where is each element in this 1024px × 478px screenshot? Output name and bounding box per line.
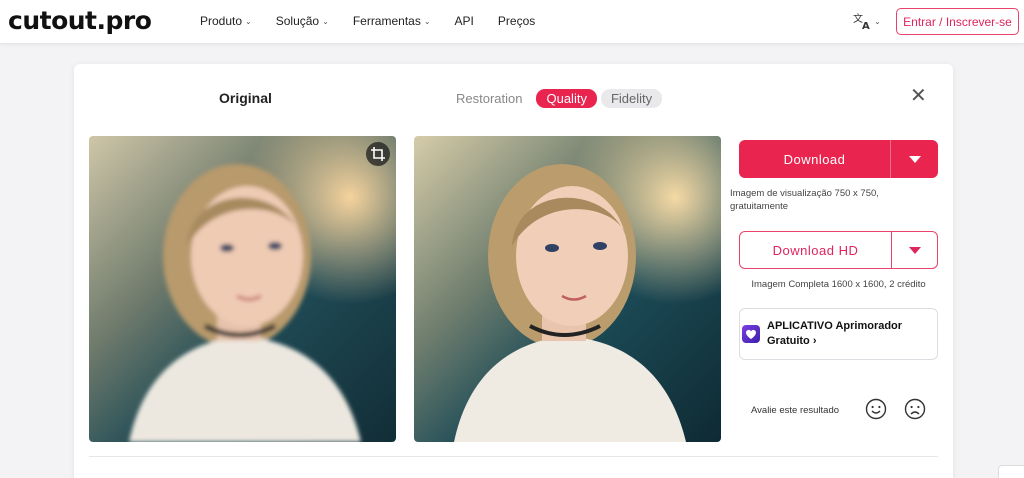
heart-glyph [746, 329, 756, 339]
happy-face-icon[interactable] [865, 398, 887, 420]
svg-text:A: A [862, 21, 870, 31]
original-photo [89, 136, 396, 442]
nav-solucao[interactable]: Solução ⌄ [276, 14, 329, 28]
nav-solucao-label: Solução [275, 14, 320, 28]
crop-icon[interactable] [366, 142, 390, 166]
app-promo-link[interactable]: APLICATIVO Aprimorador Gratuito › [739, 308, 938, 360]
sad-face-icon[interactable] [904, 398, 926, 420]
chevron-down-icon: ⌄ [423, 17, 431, 26]
download-hd-note: Imagem Completa 1600 x 1600, 2 crédito [751, 279, 926, 290]
login-signup-button[interactable]: Entrar / Inscrever-se [896, 8, 1019, 35]
original-image [89, 136, 396, 442]
corner-widget[interactable] [998, 465, 1024, 478]
nav-produto[interactable]: Produto ⌄ [200, 14, 252, 28]
download-button[interactable]: Download [739, 140, 938, 178]
original-label: Original [219, 90, 272, 106]
app-promo-line2: Gratuito [767, 335, 810, 347]
tab-quality[interactable]: Quality [536, 89, 597, 108]
chevron-down-icon: ⌄ [322, 17, 329, 26]
caret-down-icon [908, 246, 921, 254]
language-selector[interactable]: 文 A ⌄ [852, 11, 881, 31]
download-label: Download [783, 151, 846, 167]
app-heart-icon [742, 325, 760, 343]
enhanced-photo [414, 136, 721, 442]
download-hd-options-dropdown[interactable] [891, 232, 937, 268]
download-hd-label: Download HD [772, 242, 859, 258]
nav-precos[interactable]: Preços [498, 14, 535, 28]
nav-ferramentas[interactable]: Ferramentas ⌄ [353, 14, 431, 28]
download-hd-button[interactable]: Download HD [739, 231, 938, 269]
logo[interactable]: cutout.pro [8, 6, 152, 35]
download-note: Imagem de visualização 750 x 750, gratui… [730, 188, 879, 212]
translate-icon: 文 A [853, 12, 870, 31]
caret-down-icon [908, 155, 921, 163]
mode-tabs: Restoration Quality Fidelity [456, 89, 663, 108]
chevron-down-icon: ⌄ [245, 17, 252, 26]
enhanced-image [414, 136, 721, 442]
top-navbar: cutout.pro Produto ⌄ Solução ⌄ Ferrament… [0, 0, 1024, 44]
chevron-right-icon: › [812, 335, 817, 347]
nav-api-label: API [454, 14, 474, 28]
main-nav: Produto ⌄ Solução ⌄ Ferramentas ⌄ API Pr… [200, 14, 535, 28]
download-options-dropdown[interactable] [890, 140, 938, 178]
nav-ferramentas-label: Ferramentas [352, 14, 421, 28]
crop-glyph [371, 147, 385, 161]
nav-precos-label: Preços [497, 14, 536, 28]
chevron-down-icon: ⌄ [874, 17, 881, 26]
result-card: Original Restoration Quality Fidelity ✕ [74, 64, 953, 478]
app-promo-text: APLICATIVO Aprimorador Gratuito › [767, 319, 902, 349]
nav-api[interactable]: API [455, 14, 474, 28]
rate-label: Avalie este resultado [751, 405, 840, 416]
tab-fidelity[interactable]: Fidelity [600, 89, 663, 108]
close-icon[interactable]: ✕ [910, 86, 927, 106]
tab-restoration[interactable]: Restoration [456, 89, 532, 108]
divider [89, 456, 938, 457]
nav-produto-label: Produto [200, 14, 243, 28]
app-promo-line1: APLICATIVO Aprimorador [767, 320, 903, 332]
